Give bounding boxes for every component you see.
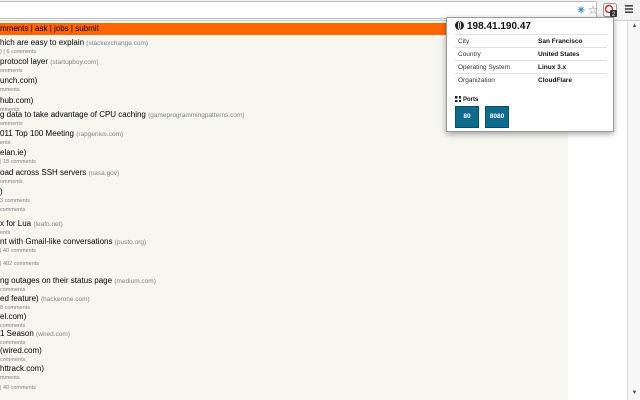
story-subtext[interactable]: omments [0,121,245,128]
story-title-link[interactable]: elan.ie) [0,148,26,157]
story-item: | 402 comments [0,261,39,268]
story-item: protocol layer (startupboy.com) omments [0,57,99,75]
story-item: oad across SSH servers (nasa.gov) omments [0,168,119,186]
port-80-button[interactable]: 80 [455,106,479,128]
story-title-link[interactable]: nt with Gmail-like conversations [0,237,112,246]
story-site: (gameprogrammingpatterns.com) [148,112,245,119]
story-item: 011 Top 100 Meeting (rapgenius.com) ents [0,129,123,147]
info-label: Organization [458,77,495,84]
info-row-country: Country United States [455,47,607,60]
story-title-link[interactable]: el.com) [0,312,26,321]
story-item: comments [0,207,25,214]
story-subtext[interactable]: comments [0,287,156,294]
story-site: (medium.com) [114,278,156,285]
story-subtext[interactable]: mments [0,87,37,94]
story-subtext[interactable]: comments [0,357,42,364]
story-subtext[interactable]: 3 comments [0,198,30,205]
story-subtext[interactable]: ents [0,230,63,237]
story-subtext[interactable]: | 18 comments [0,159,36,166]
story-site: (pusto.org) [114,239,147,246]
story-title-link[interactable]: 1 Season [0,329,34,338]
ports-heading: Ports [455,96,478,104]
info-value: CloudFlare [538,77,572,84]
story-title-link[interactable]: ng outages on their status page [0,276,112,285]
story-item: 1 Season (wired.com) comments [0,329,70,347]
popup-header: 198.41.190.47 [455,21,531,33]
story-site: (rapgenius.com) [76,131,124,138]
story-title-link[interactable]: ) [0,187,3,196]
nav-ask-link[interactable]: ask [35,24,47,33]
story-subtext[interactable]: omments [0,179,119,186]
shodan-extension-icon[interactable]: 2 [603,3,617,18]
info-row-city: City San Francisco [455,34,607,47]
info-row-os: Operating System Linux 3.x [455,60,607,73]
nav-comments-link[interactable]: mments [0,24,28,33]
hn-nav: mments | ask | jobs | submit [0,24,99,33]
story-item: unch.com) mments [0,76,37,94]
story-item: hich are easy to explain (stackexchange.… [0,38,148,56]
port-8080-button[interactable]: 8080 [485,106,509,128]
story-subtext[interactable]: 8 comments [0,305,90,312]
story-subtext[interactable]: | 402 comments [0,261,39,268]
story-title-link[interactable]: hich are easy to explain [0,38,84,47]
translate-icon[interactable]: ✳ [574,3,588,17]
info-row-organization: Organization CloudFlare [455,73,607,86]
story-subtext[interactable]: ents [0,140,123,147]
story-subtext[interactable]: comments [0,207,25,214]
story-title-link[interactable]: oad across SSH servers [0,168,86,177]
story-site: (stackexchange.com) [86,40,149,47]
scroll-up-arrow-icon[interactable]: ▲ [630,22,639,31]
nav-jobs-link[interactable]: jobs [54,24,69,33]
story-item: nt with Gmail-like conversations (pusto.… [0,237,146,255]
ip-info-popup: 198.41.190.47 City San Francisco Country… [446,17,614,132]
story-title-link[interactable]: protocol layer [0,57,48,66]
story-subtext[interactable]: | 40 comments [0,385,36,392]
story-site: (startupboy.com) [50,59,99,66]
nav-submit-link[interactable]: submit [75,24,99,33]
ip-address: 198.41.190.47 [467,21,531,32]
story-title-link[interactable]: hub.com) [0,96,33,105]
story-title-link[interactable]: (wired.com) [0,346,42,355]
story-subtext[interactable]: | 40 comments [0,248,146,255]
story-item: elan.ie) | 18 comments [0,148,36,166]
story-title-link[interactable]: httrack.com) [0,364,44,373]
ports-label: Ports [463,97,479,103]
story-item: (wired.com) comments [0,346,42,364]
story-title-link[interactable]: ed feature) [0,294,39,303]
story-subtext[interactable]: omments [0,68,99,75]
story-site: (wired.com) [36,331,70,338]
star-icon[interactable]: ☆ [587,3,599,17]
story-item: ) 3 comments [0,187,30,205]
story-site: (nasa.gov) [88,170,120,177]
globe-icon [455,21,464,30]
story-subtext[interactable]: ) | 6 comments [0,49,148,56]
story-item: el.com) comments [0,312,26,330]
story-site: (hackerone.com) [40,296,90,303]
shodan-logo-icon: 2 [603,3,617,18]
vertical-scrollbar[interactable]: ▲ ▼ [627,21,640,400]
story-subtext[interactable]: mments [0,375,44,382]
story-site: (leafo.net) [33,221,63,228]
story-item: x for Lua (leafo.net) ents [0,219,63,237]
story-item: httrack.com) mments [0,364,44,382]
story-title-link[interactable]: g data to take advantage of CPU caching [0,110,146,119]
story-item: ng outages on their status page (medium.… [0,276,156,294]
story-title-link[interactable]: x for Lua [0,219,31,228]
story-item: g data to take advantage of CPU caching … [0,110,245,128]
story-item: | 40 comments [0,385,36,392]
story-title-link[interactable]: unch.com) [0,76,37,85]
grid-icon [455,96,461,102]
story-title-link[interactable]: 011 Top 100 Meeting [0,129,74,138]
scroll-down-arrow-icon[interactable]: ▼ [630,389,639,398]
menu-icon[interactable] [623,3,635,17]
story-item: ed feature) (hackerone.com) 8 comments [0,294,90,312]
